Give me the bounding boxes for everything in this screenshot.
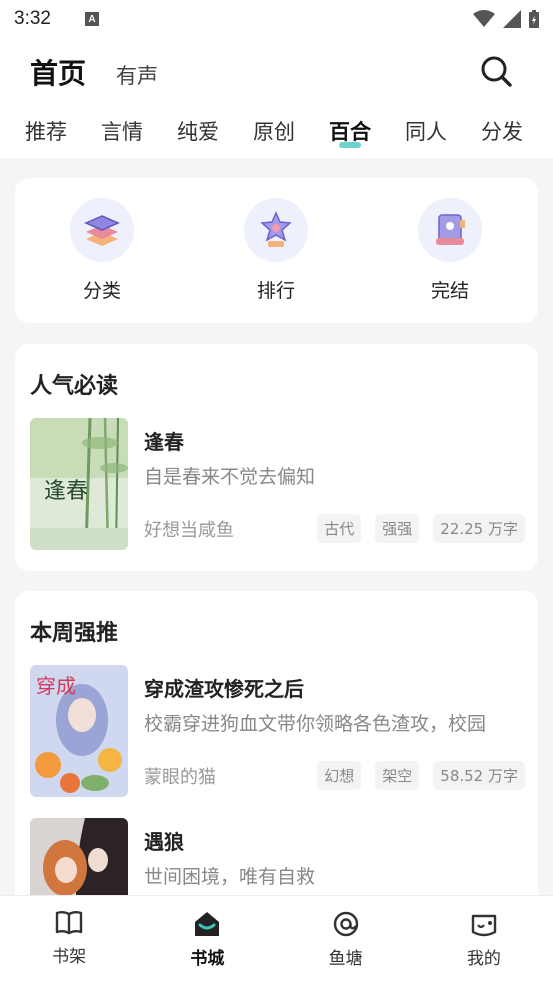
book-word-count: 58.52 万字	[433, 761, 525, 790]
search-icon[interactable]	[479, 54, 513, 88]
status-bar: 3:32 A	[0, 0, 553, 38]
book-description: 世间困境，唯有自救	[144, 866, 316, 888]
tab-label: 鱼塘	[328, 949, 363, 969]
book-tag: 架空	[375, 761, 420, 790]
cover-art-bamboo: 逢春	[30, 418, 128, 550]
section-title: 本周强推	[30, 621, 119, 646]
category-tabs: 推荐 言情 纯爱 原创 百合 同人 分发	[0, 114, 553, 154]
category-tab-yuri[interactable]: 百合	[312, 114, 388, 154]
category-tab-recommend[interactable]: 推荐	[8, 114, 84, 154]
book-description: 自是春来不觉去偏知	[144, 466, 316, 488]
layers-icon	[84, 215, 120, 246]
section-title: 人气必读	[30, 374, 119, 399]
notification-a-icon: A	[84, 12, 99, 26]
weekly-picks-section: 本周强推 穿成 穿成渣攻惨死之后 校霸穿进狗血文带你领略各色渣攻，校园 蒙眼的猫…	[15, 591, 538, 931]
book-author: 蒙眼的猫	[144, 767, 216, 788]
book-cover[interactable]: 逢春	[30, 418, 128, 550]
tab-bookshelf[interactable]: 书架	[0, 896, 138, 984]
signal-icon	[503, 10, 521, 28]
book-description: 校霸穿进狗血文带你领略各色渣攻，校园	[144, 713, 487, 735]
category-tab-pure-love[interactable]: 纯爱	[160, 114, 236, 154]
cover-title: 穿成	[36, 674, 76, 698]
book-item[interactable]: 逢春 逢春 自是春来不觉去偏知 好想当咸鱼 古代 强强 22.25 万字	[30, 418, 525, 552]
page-title[interactable]: 首页	[30, 52, 86, 92]
quick-link-label: 排行	[256, 280, 295, 302]
book-title[interactable]: 穿成渣攻惨死之后	[144, 673, 304, 702]
book-author: 好想当咸鱼	[144, 520, 234, 541]
header: 首页 有声 推荐 言情 纯爱 原创 百合 同人 分发	[0, 38, 553, 158]
category-tab-original[interactable]: 原创	[236, 114, 312, 154]
trophy-star-icon	[260, 211, 292, 247]
popular-section: 人气必读 逢春 逢春 自是春来不觉去偏知 好想当咸鱼 古代 强强 22.25 万…	[15, 344, 538, 571]
book-title[interactable]: 遇狼	[144, 826, 184, 855]
scroll-icon	[436, 214, 465, 245]
cover-art-girl-flowers: 穿成	[30, 665, 128, 797]
quick-links-card: 分类 排行 完结	[15, 178, 538, 323]
quick-link-ranking[interactable]: 排行	[226, 198, 326, 303]
book-tags: 幻想 架空 58.52 万字	[317, 761, 525, 790]
quick-link-category[interactable]: 分类	[52, 198, 152, 303]
book-tag: 强强	[375, 514, 420, 543]
quick-link-label: 完结	[430, 280, 469, 302]
bookstore-icon	[195, 912, 220, 936]
tab-profile[interactable]: 我的	[415, 896, 553, 984]
book-word-count: 22.25 万字	[433, 514, 525, 543]
profile-icon	[471, 914, 497, 937]
tab-label: 我的	[466, 949, 501, 969]
tab-fishpond[interactable]: 鱼塘	[277, 896, 415, 984]
tab-label: 书架	[52, 947, 87, 967]
book-tag: 幻想	[317, 761, 362, 790]
quick-link-completed[interactable]: 完结	[400, 198, 500, 303]
book-tags: 古代 强强 22.25 万字	[317, 514, 525, 543]
quick-link-label: 分类	[82, 280, 121, 302]
cover-title: 逢春	[44, 479, 88, 504]
status-time: 3:32	[14, 8, 51, 29]
book-open-icon	[55, 911, 83, 935]
category-tab-distribute[interactable]: 分发	[464, 114, 540, 154]
category-tab-fanfic[interactable]: 同人	[388, 114, 464, 154]
battery-icon	[529, 10, 539, 28]
category-tab-romance[interactable]: 言情	[84, 114, 160, 154]
tab-label: 书城	[190, 949, 225, 969]
status-right	[473, 10, 539, 28]
book-cover[interactable]: 穿成	[30, 665, 128, 797]
book-tag: 古代	[317, 514, 362, 543]
book-item[interactable]: 穿成 穿成渣攻惨死之后 校霸穿进狗血文带你领略各色渣攻，校园 蒙眼的猫 幻想 架…	[30, 665, 525, 799]
tab-audio[interactable]: 有声	[116, 60, 158, 90]
bottom-tab-bar: 书架 书城 鱼塘 我的	[0, 895, 553, 984]
wifi-icon	[473, 10, 495, 27]
book-title[interactable]: 逢春	[144, 426, 184, 455]
tab-bookstore[interactable]: 书城	[138, 896, 276, 984]
at-sign-icon	[333, 911, 358, 937]
